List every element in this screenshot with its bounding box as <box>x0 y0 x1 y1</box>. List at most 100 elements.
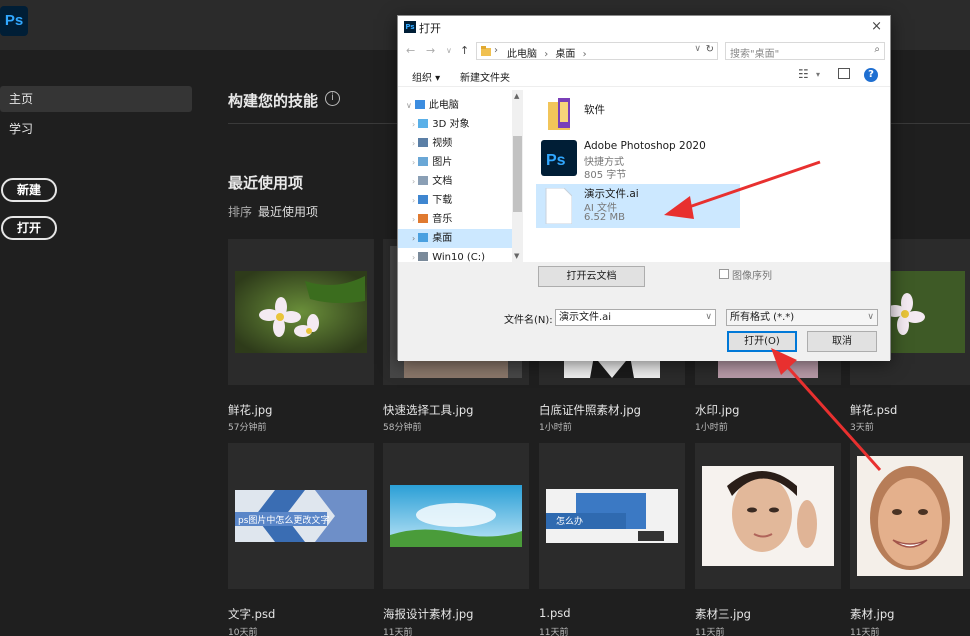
file-item-folder[interactable]: 软件 <box>536 92 740 136</box>
recent-name[interactable]: 海报设计素材.jpg <box>383 606 473 622</box>
preview-pane-icon[interactable] <box>838 68 850 79</box>
cancel-button[interactable]: 取消 <box>807 331 877 352</box>
view-options-icon[interactable]: ☷ <box>798 67 809 81</box>
scroll-thumb[interactable] <box>513 136 522 212</box>
recent-name[interactable]: 水印.jpg <box>695 402 739 418</box>
tree-item-3d-objects[interactable]: › 3D 对象 <box>398 115 512 134</box>
sidebar-item-learn[interactable]: 学习 <box>0 116 192 142</box>
scroll-up-icon[interactable]: ▲ <box>514 92 519 100</box>
recent-name[interactable]: 白底证件照素材.jpg <box>539 402 641 418</box>
recent-name[interactable]: 鲜花.jpg <box>228 402 272 418</box>
recent-card[interactable] <box>228 239 374 385</box>
desktop-icon <box>418 233 429 242</box>
recent-name[interactable]: 鲜花.psd <box>850 402 897 418</box>
recent-name[interactable]: 素材.jpg <box>850 606 894 622</box>
tree-item-downloads[interactable]: › 下载 <box>398 191 512 210</box>
svg-text:Ps: Ps <box>546 152 566 169</box>
document-icon <box>545 188 572 224</box>
close-icon[interactable]: × <box>871 19 882 34</box>
breadcrumb-separator-icon: › <box>494 45 498 56</box>
tree-label: Win10 (C:) <box>432 252 486 262</box>
organize-button[interactable]: 组织 ▾ <box>412 69 440 84</box>
tree-item-pictures[interactable]: › 图片 <box>398 153 512 172</box>
file-name: 软件 <box>584 104 605 116</box>
scroll-down-icon[interactable]: ▼ <box>514 252 519 260</box>
file-item-shortcut[interactable]: Ps Adobe Photoshop 2020 快捷方式 805 字节 <box>536 136 740 182</box>
open-confirm-button[interactable]: 打开(O) <box>727 331 797 352</box>
chevron-down-icon[interactable]: ▾ <box>816 70 820 79</box>
image-sequence-checkbox[interactable] <box>719 269 729 279</box>
recent-card[interactable]: ps图片中怎么更改文字 <box>228 443 374 589</box>
filename-field[interactable]: 演示文件.ai ∨ <box>555 309 716 326</box>
recent-card[interactable] <box>695 443 841 589</box>
search-input[interactable]: 搜索"桌面" ⌕ <box>725 42 885 60</box>
chevron-down-icon[interactable]: ∨ <box>446 46 452 55</box>
new-button[interactable]: 新建 <box>1 178 57 202</box>
file-size: 6.52 MB <box>584 212 625 223</box>
smiling-face-thumbnail <box>857 456 963 576</box>
path-field[interactable]: › 此电脑 › 桌面 › ∨ ↻ <box>476 42 718 60</box>
sort-control[interactable]: 排序 最近使用项 <box>228 203 318 220</box>
tree-item-desktop[interactable]: › 桌面 <box>398 229 512 248</box>
file-item-selected[interactable]: 演示文件.ai AI 文件 6.52 MB <box>536 184 740 228</box>
tree-item-videos[interactable]: › 视频 <box>398 134 512 153</box>
help-icon[interactable]: ? <box>864 68 878 82</box>
folder-icon <box>481 46 491 56</box>
file-type-select[interactable]: 所有格式 (*.*) ∨ <box>726 309 878 326</box>
recent-time: 1小时前 <box>695 423 728 433</box>
tree-item-documents[interactable]: › 文档 <box>398 172 512 191</box>
breadcrumb-separator-icon: › <box>544 49 549 60</box>
chevron-down-icon[interactable]: ∨ <box>705 310 712 325</box>
new-folder-button[interactable]: 新建文件夹 <box>460 69 510 84</box>
recent-name[interactable]: 文字.psd <box>228 606 275 622</box>
download-icon <box>418 195 429 204</box>
dialog-title: 打开 <box>419 22 441 35</box>
pictures-icon <box>418 157 429 166</box>
computer-icon <box>414 100 425 109</box>
breadcrumb-item[interactable]: 桌面 <box>555 49 575 60</box>
refresh-icon[interactable]: ↻ <box>706 44 714 55</box>
file-name: Adobe Photoshop 2020 <box>584 140 706 152</box>
breadcrumb-item[interactable]: 此电脑 <box>507 49 537 60</box>
up-arrow-icon[interactable]: ↑ <box>460 44 469 57</box>
text-psd-thumbnail: ps图片中怎么更改文字 <box>235 490 367 542</box>
recent-card[interactable]: 怎么办 <box>539 443 685 589</box>
photoshop-home: Ps 主页 学习 新建 打开 构建您的技能 i 最近使用项 排序 最近使用项 鲜… <box>0 0 970 636</box>
info-icon[interactable]: i <box>325 91 340 106</box>
document-icon <box>418 176 429 185</box>
sort-value[interactable]: 最近使用项 <box>258 205 318 219</box>
open-cloud-document-button[interactable]: 打开云文档 <box>538 266 645 287</box>
music-icon <box>418 214 429 223</box>
back-arrow-icon[interactable]: ← <box>406 44 415 57</box>
drive-icon <box>418 252 429 261</box>
photoshop-icon: Ps <box>541 140 577 176</box>
tree-item-this-pc[interactable]: ∨ 此电脑 <box>398 96 512 115</box>
forward-arrow-icon[interactable]: → <box>426 44 435 57</box>
sort-label: 排序 <box>228 205 253 219</box>
tree-scrollbar[interactable]: ▲ ▼ <box>512 90 523 262</box>
flower-thumbnail <box>235 271 367 353</box>
chevron-down-icon[interactable]: ∨ <box>694 44 701 54</box>
tree-label: 下载 <box>432 195 453 206</box>
tree-item-drive-c[interactable]: › Win10 (C:) <box>398 248 512 262</box>
recent-card[interactable] <box>850 443 970 589</box>
recent-name[interactable]: 素材三.jpg <box>695 606 751 622</box>
recent-card[interactable] <box>383 443 529 589</box>
address-bar: ← → ∨ ↑ › 此电脑 › 桌面 › ∨ ↻ 搜索"桌面" ⌕ <box>398 38 890 64</box>
file-type-value: 所有格式 (*.*) <box>730 312 795 323</box>
tree-item-music[interactable]: › 音乐 <box>398 210 512 229</box>
recent-name[interactable]: 快速选择工具.jpg <box>383 402 473 418</box>
tree-label: 文档 <box>432 176 453 187</box>
skills-title: 构建您的技能 <box>228 92 319 110</box>
search-placeholder: 搜索"桌面" <box>730 49 780 60</box>
cube-icon <box>418 119 429 128</box>
video-icon <box>418 138 429 147</box>
open-button[interactable]: 打开 <box>1 216 57 240</box>
sidebar-item-home[interactable]: 主页 <box>0 86 192 112</box>
chevron-down-icon[interactable]: ∨ <box>867 310 874 325</box>
text-psd-thumb-text: ps图片中怎么更改文字 <box>238 514 329 526</box>
recent-time: 58分钟前 <box>383 423 422 433</box>
filename-value: 演示文件.ai <box>559 312 612 323</box>
recent-time: 10天前 <box>228 628 258 636</box>
recent-name[interactable]: 1.psd <box>539 606 571 620</box>
